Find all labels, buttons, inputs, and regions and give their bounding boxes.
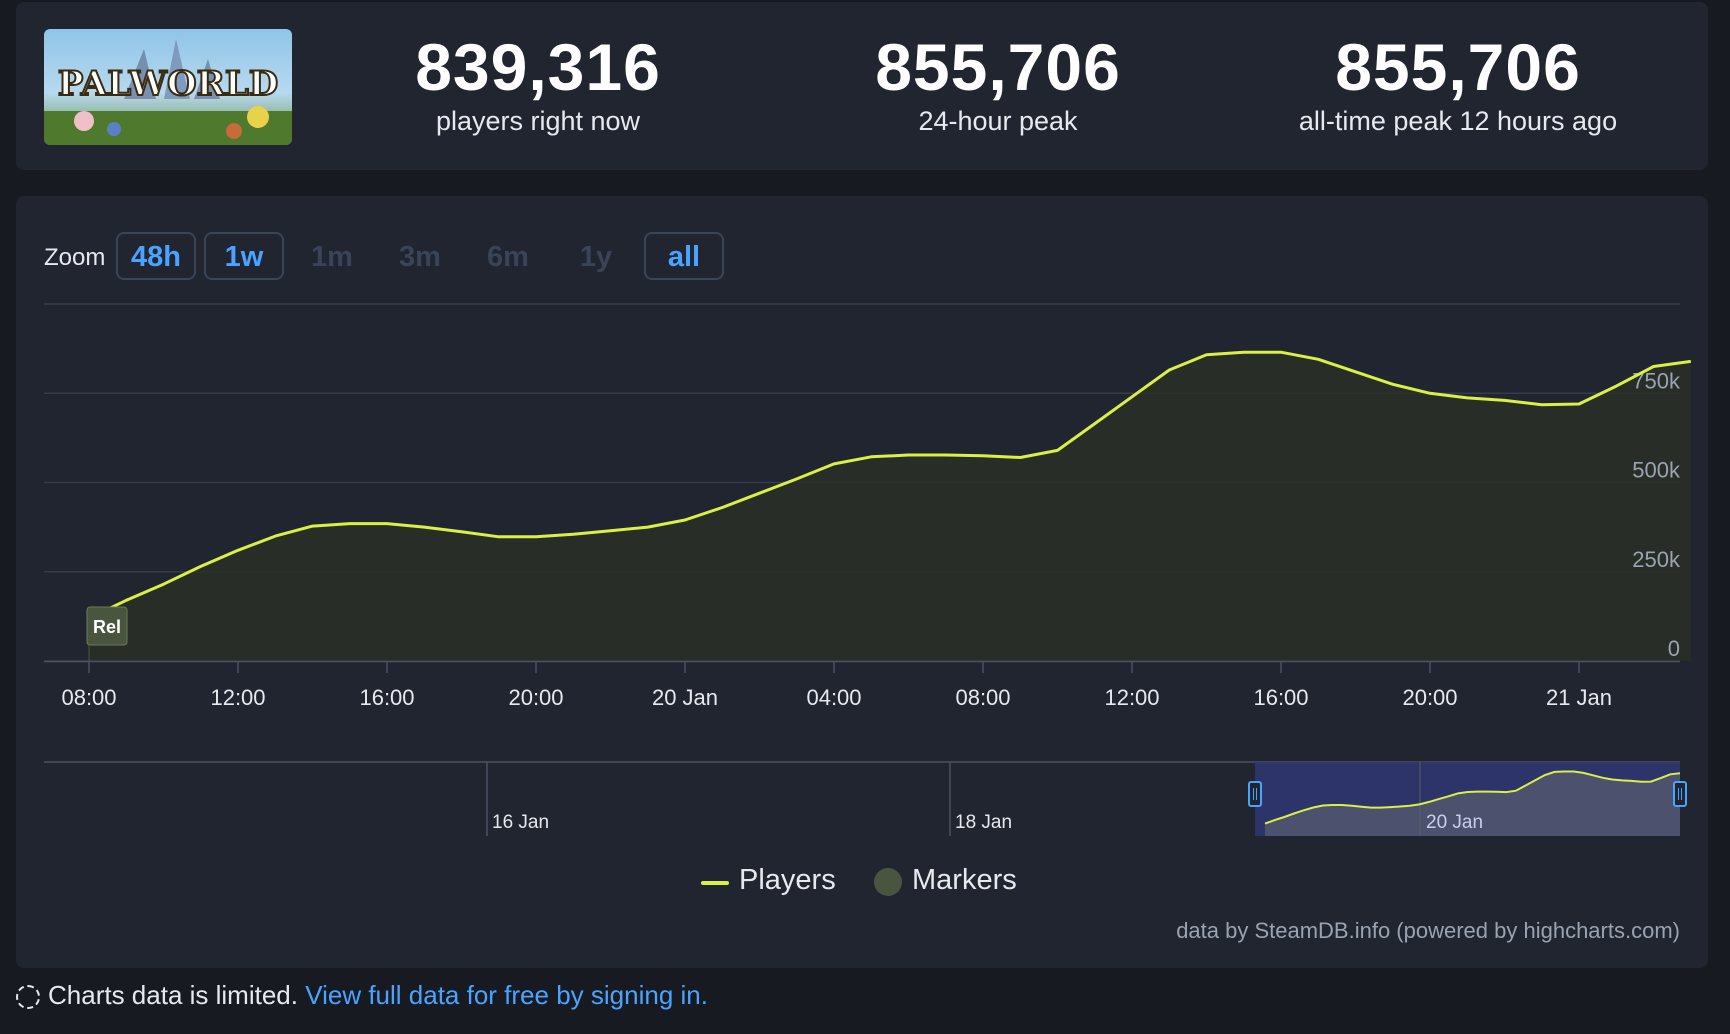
y-tick-label: 500k: [1632, 458, 1681, 483]
y-tick-label: 250k: [1632, 547, 1681, 572]
stat-24h-peak: 855,706 24-hour peak: [768, 30, 1228, 138]
x-tick-label: 04:00: [806, 685, 861, 710]
x-tick-label: 20:00: [1402, 685, 1457, 710]
navigator-label: 16 Jan: [492, 812, 549, 833]
stat-value: 855,706: [1335, 30, 1581, 104]
stat-label: 24-hour peak: [918, 106, 1078, 136]
legend-item-players[interactable]: Players: [701, 864, 836, 897]
navigator-label: 20 Jan: [1426, 812, 1483, 833]
dashed-circle-icon: [16, 985, 40, 1009]
y-tick-label: 0: [1668, 636, 1680, 661]
x-tick-label: 08:00: [61, 685, 116, 710]
legend-label-players: Players: [739, 864, 836, 896]
x-tick-label: 12:00: [210, 685, 265, 710]
series-area: [89, 352, 1691, 661]
legend-line-icon: [701, 881, 729, 885]
game-logo-text: PALWORLD: [58, 64, 279, 104]
players-chart: 0 250k 500k 750k 08:00 12:00 16:00 20:00 20 Jan 0…: [44, 303, 1692, 836]
stat-value: 855,706: [875, 30, 1121, 104]
sign-in-link[interactable]: View full data for free by signing in.: [305, 980, 708, 1010]
stat-label: players right now: [435, 106, 641, 136]
legend-dot-icon: [874, 868, 902, 896]
y-tick-label: 750k: [1632, 368, 1681, 393]
game-logo-art: PALWORLD: [44, 29, 292, 145]
navigator-handle[interactable]: [1673, 781, 1687, 807]
marker-label: Rel: [93, 617, 121, 637]
x-tick-label: 21 Jan: [1546, 685, 1612, 710]
stat-label: all-time peak 12 hours ago: [1298, 106, 1618, 136]
navigator-label: 18 Jan: [955, 812, 1012, 833]
legend-item-markers[interactable]: Markers: [874, 864, 1017, 897]
chart-panel: Zoom 48h 1w 1m 3m 6m 1y all 0 250k 500k 750…: [16, 196, 1708, 968]
notice-text: Charts data is limited.: [48, 980, 298, 1010]
navigator-handle[interactable]: [1248, 781, 1262, 807]
chart-credits[interactable]: data by SteamDB.info (powered by highcha…: [1176, 918, 1680, 944]
x-tick-label: 20 Jan: [652, 685, 718, 710]
stat-value: 839,316: [415, 30, 661, 104]
x-tick-label: 16:00: [1253, 685, 1308, 710]
stats-panel: PALWORLD 839,316 players right now 855,7…: [16, 2, 1708, 170]
legend-label-markers: Markers: [912, 864, 1017, 896]
stat-current-players: 839,316 players right now: [308, 30, 768, 138]
x-tick-label: 12:00: [1104, 685, 1159, 710]
x-tick-label: 16:00: [359, 685, 414, 710]
game-logo[interactable]: PALWORLD: [44, 29, 292, 145]
x-tick-label: 20:00: [508, 685, 563, 710]
stat-all-time-peak: 855,706 all-time peak 12 hours ago: [1228, 30, 1688, 138]
data-limited-notice: Charts data is limited. View full data f…: [16, 980, 708, 1011]
x-tick-label: 08:00: [955, 685, 1010, 710]
